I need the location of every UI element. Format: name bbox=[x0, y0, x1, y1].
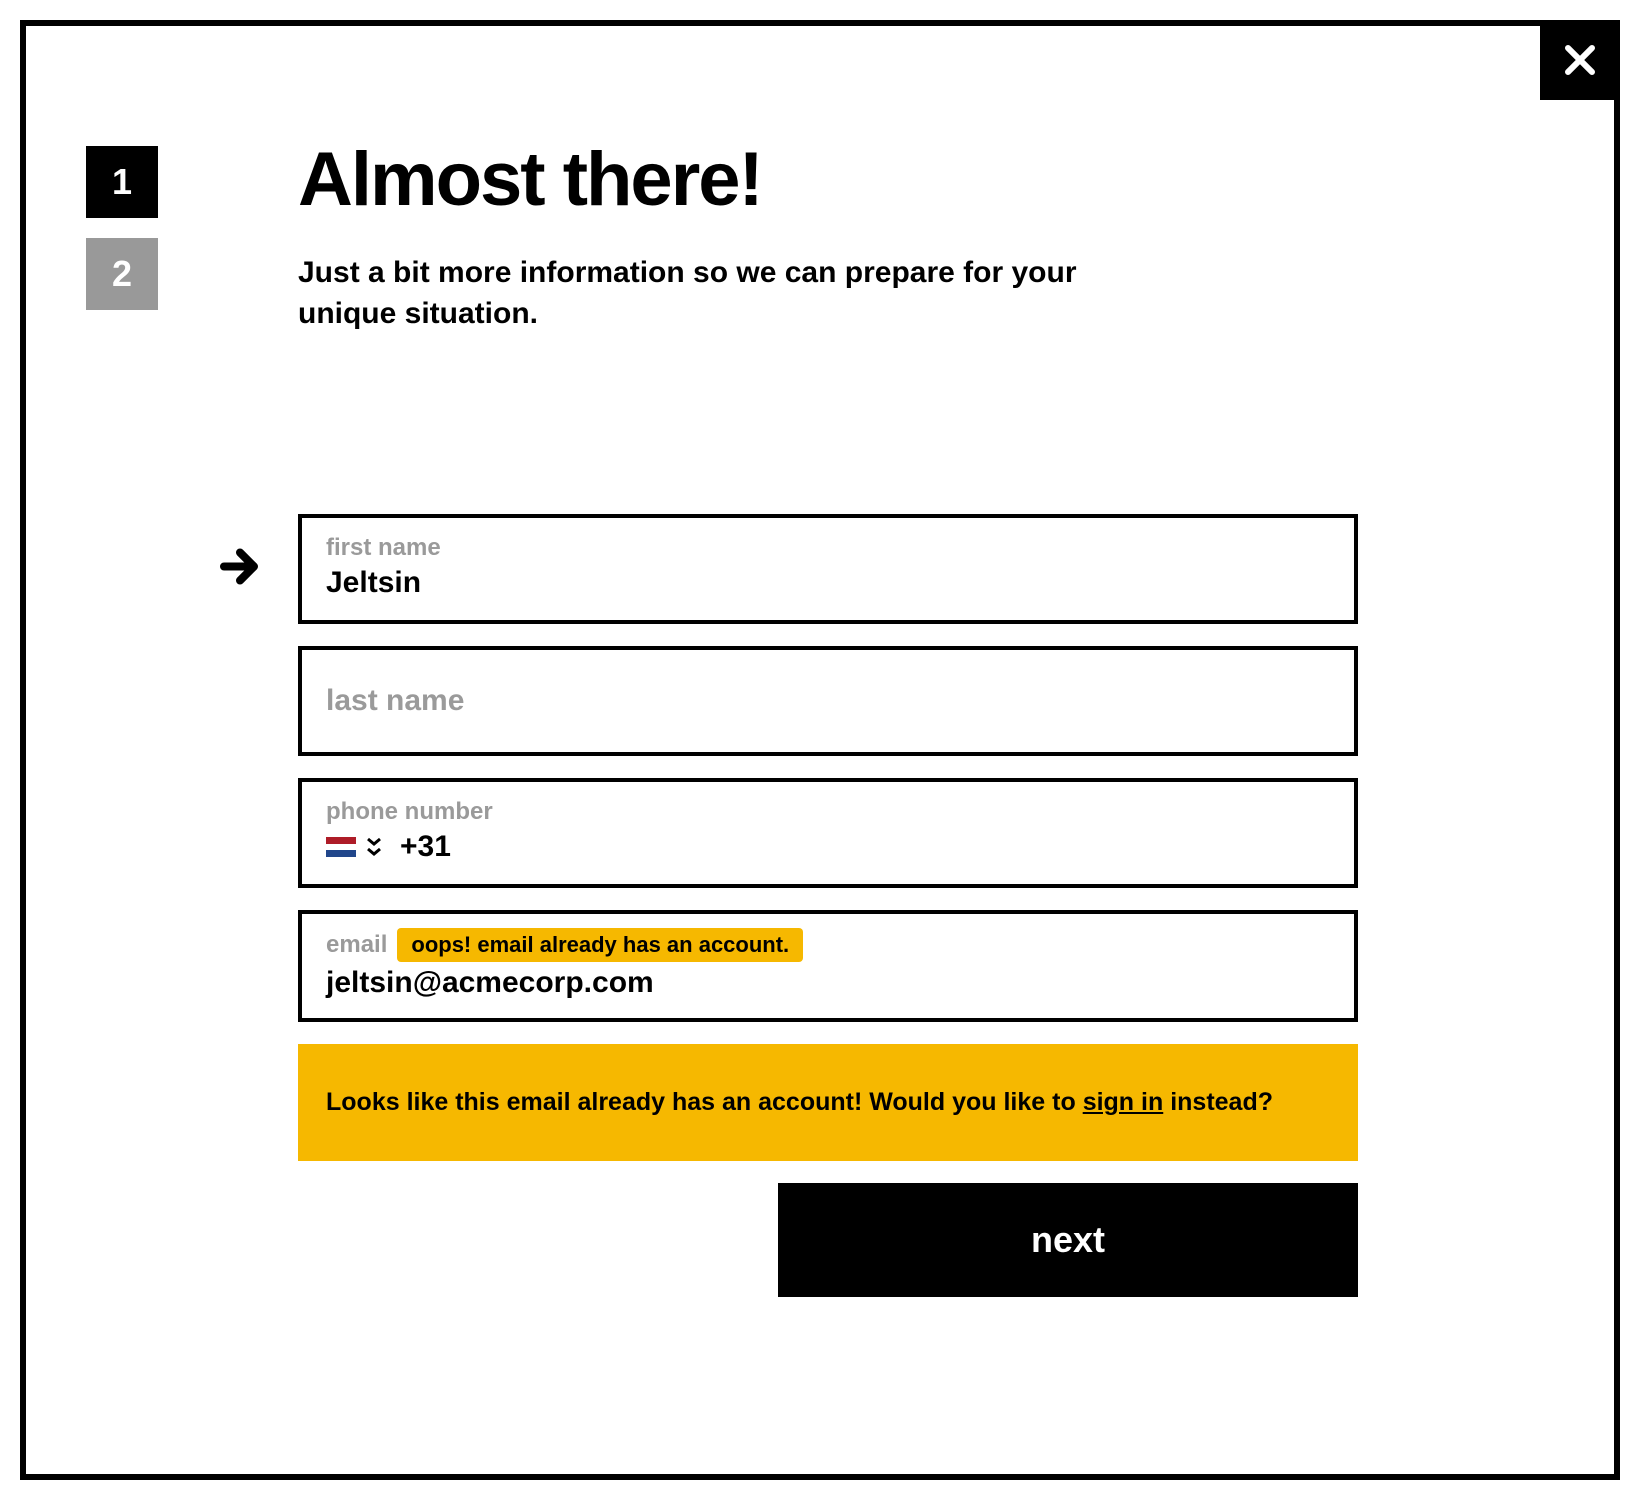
phone-row: phone number +31 bbox=[298, 778, 1358, 888]
last-name-row bbox=[298, 646, 1358, 756]
phone-label: phone number bbox=[326, 798, 1330, 826]
first-name-label: first name bbox=[326, 534, 1330, 562]
email-inline-error: oops! email already has an account. bbox=[397, 928, 803, 962]
arrow-right-icon bbox=[218, 543, 266, 596]
email-row: email oops! email already has an account… bbox=[298, 910, 1358, 1022]
last-name-field[interactable] bbox=[298, 646, 1358, 756]
email-value: jeltsin@acmecorp.com bbox=[326, 966, 1330, 1000]
alert-text-before: Looks like this email already has an acc… bbox=[326, 1088, 1083, 1116]
sign-in-link[interactable]: sign in bbox=[1083, 1088, 1164, 1116]
first-name-value: Jeltsin bbox=[326, 566, 1330, 600]
modal-content: 1 2 Almost there! Just a bit more inform… bbox=[26, 26, 1614, 1357]
next-button[interactable]: next bbox=[778, 1183, 1358, 1297]
flag-stripe-2 bbox=[326, 844, 356, 851]
step-indicator: 1 2 bbox=[86, 136, 158, 1297]
page-subtitle: Just a bit more information so we can pr… bbox=[298, 253, 1118, 334]
first-name-row: first name Jeltsin bbox=[298, 514, 1358, 624]
page-title: Almost there! bbox=[298, 136, 1358, 223]
close-icon bbox=[1562, 42, 1598, 78]
phone-prefix: +31 bbox=[400, 830, 451, 864]
email-exists-alert: Looks like this email already has an acc… bbox=[298, 1044, 1358, 1161]
flag-stripe-3 bbox=[326, 850, 356, 857]
flag-stripe-1 bbox=[326, 837, 356, 844]
main-panel: Almost there! Just a bit more informatio… bbox=[298, 136, 1358, 1297]
phone-field[interactable]: phone number +31 bbox=[298, 778, 1358, 888]
email-label: email bbox=[326, 931, 387, 959]
country-flag-icon[interactable] bbox=[326, 837, 356, 857]
email-field[interactable]: email oops! email already has an account… bbox=[298, 910, 1358, 1022]
step-1[interactable]: 1 bbox=[86, 146, 158, 218]
modal: 1 2 Almost there! Just a bit more inform… bbox=[20, 20, 1620, 1480]
alert-text-after: instead? bbox=[1163, 1088, 1273, 1116]
step-2[interactable]: 2 bbox=[86, 238, 158, 310]
form-actions: next bbox=[298, 1183, 1358, 1297]
country-dropdown-icon[interactable] bbox=[366, 837, 382, 857]
close-button[interactable] bbox=[1540, 20, 1620, 100]
signup-form: first name Jeltsin phone number bbox=[298, 514, 1358, 1297]
last-name-input[interactable] bbox=[326, 650, 1330, 752]
first-name-field[interactable]: first name Jeltsin bbox=[298, 514, 1358, 624]
